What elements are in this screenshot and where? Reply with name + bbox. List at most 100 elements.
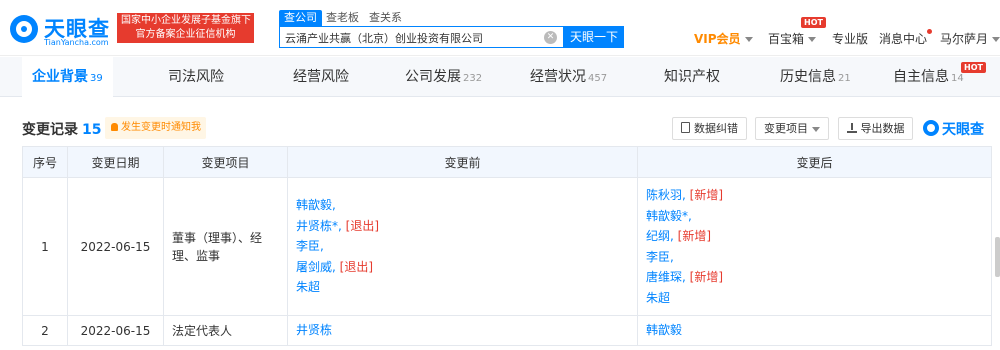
user-name: 马尔萨月 bbox=[940, 32, 989, 46]
cell-no: 2 bbox=[22, 315, 68, 346]
person-link[interactable]: 朱超 bbox=[296, 280, 320, 294]
cell-before: 韩歆毅, 井贤栋*, [退出] 李臣, 屠剑威, [退出] 朱超 bbox=[287, 177, 638, 316]
tab-label: 知识产权 bbox=[664, 69, 720, 85]
chevron-down-icon bbox=[744, 37, 753, 42]
chevron-down-icon bbox=[992, 37, 1000, 42]
tab-label: 经营风险 bbox=[293, 69, 349, 85]
vip-menu[interactable]: VIP会员 bbox=[694, 30, 753, 47]
col-header-item: 变更项目 bbox=[163, 146, 288, 178]
logo-eye-icon bbox=[10, 15, 38, 43]
tab-business-risk[interactable]: 经营风险 bbox=[293, 57, 349, 97]
col-header-no: 序号 bbox=[22, 146, 68, 178]
search-tab-company[interactable]: 查公司 bbox=[279, 10, 322, 26]
table-row: 2 2022-06-15 法定代表人 井贤栋 韩歆毅 bbox=[22, 315, 992, 346]
search-button[interactable]: 天眼一下 bbox=[564, 26, 624, 48]
search-input[interactable]: 云涌产业共赢（北京）创业投资有限公司 ✕ bbox=[279, 26, 564, 48]
col-header-before: 变更前 bbox=[287, 146, 638, 178]
person-entry: 韩歆毅 bbox=[646, 320, 983, 341]
new-tag: [新增] bbox=[677, 229, 712, 243]
cell-date: 2022-06-15 bbox=[67, 315, 164, 346]
tab-self-info[interactable]: 自主信息 14 bbox=[893, 57, 964, 97]
document-icon bbox=[681, 122, 690, 133]
person-link[interactable]: 屠剑威, bbox=[296, 260, 336, 274]
search-tab-relation[interactable]: 查关系 bbox=[369, 10, 402, 26]
tab-count: 232 bbox=[463, 73, 483, 84]
tab-count: 457 bbox=[588, 73, 608, 84]
person-link[interactable]: 韩歆毅, bbox=[296, 198, 336, 212]
tab-company-background[interactable]: 企业背景 39 bbox=[22, 57, 113, 97]
section-title: 变更记录 15 bbox=[22, 119, 101, 139]
cell-item: 董事（理事）、经理、监事 bbox=[163, 177, 288, 316]
gov-badge[interactable]: 国家中小企业发展子基金旗下 官方备案企业征信机构 bbox=[117, 13, 254, 43]
person-entry: 唐维琛, [新增] bbox=[646, 267, 983, 288]
scrollbar-thumb[interactable] bbox=[995, 237, 1000, 277]
search-tab-boss[interactable]: 查老板 bbox=[326, 10, 359, 26]
tab-count: 14 bbox=[951, 73, 964, 84]
tab-label: 企业背景 bbox=[32, 69, 88, 85]
person-link[interactable]: 井贤栋 bbox=[296, 323, 332, 337]
exit-tag: [退出] bbox=[345, 218, 380, 233]
notify-label: 发生变更时通知我 bbox=[121, 122, 201, 133]
category-tabbar: 企业背景 39 司法风险 经营风险 公司发展 232 经营状况 457 知识产权 历史… bbox=[0, 57, 1000, 97]
exit-tag: [退出] bbox=[339, 259, 374, 274]
data-correction-label: 数据纠错 bbox=[694, 122, 738, 135]
person-entry: 韩歆毅, bbox=[296, 195, 629, 216]
person-entry: 朱超 bbox=[296, 277, 629, 298]
tab-legal-risk[interactable]: 司法风险 bbox=[168, 57, 224, 97]
person-link[interactable]: 唐维琛, bbox=[646, 270, 686, 284]
person-entry: 井贤栋*, [退出] bbox=[296, 216, 629, 237]
tianyancha-logo[interactable]: 天眼查 TianYancha.com bbox=[10, 13, 112, 47]
tab-label: 经营状况 bbox=[530, 69, 586, 85]
logo-eye-icon bbox=[923, 120, 939, 136]
section-count: 15 bbox=[82, 122, 102, 138]
person-link[interactable]: 井贤栋*, bbox=[296, 219, 342, 233]
tab-label: 司法风险 bbox=[168, 69, 224, 85]
export-data-button[interactable]: 导出数据 bbox=[838, 117, 913, 140]
person-entry: 井贤栋 bbox=[296, 320, 629, 341]
person-link[interactable]: 韩歆毅*, bbox=[646, 209, 692, 223]
baibaoxiang-menu[interactable]: 百宝箱 bbox=[768, 30, 817, 47]
table-header-row: 序号 变更日期 变更项目 变更前 变更后 bbox=[22, 146, 992, 178]
cell-before: 井贤栋 bbox=[287, 315, 638, 346]
person-link[interactable]: 纪纲, bbox=[646, 229, 674, 243]
person-link[interactable]: 李臣, bbox=[296, 239, 324, 253]
tab-company-development[interactable]: 公司发展 232 bbox=[405, 57, 482, 97]
hot-badge: HOT bbox=[961, 62, 986, 73]
tab-history[interactable]: 历史信息 21 bbox=[780, 57, 851, 97]
data-correction-button[interactable]: 数据纠错 bbox=[672, 117, 747, 140]
col-header-date: 变更日期 bbox=[67, 146, 164, 178]
gov-badge-line2: 官方备案企业征信机构 bbox=[135, 29, 236, 40]
cell-after: 陈秋羽, [新增] 韩歆毅*, 纪纲, [新增] 李臣, 唐维琛, [新增] 朱… bbox=[637, 177, 992, 316]
tab-operation-status[interactable]: 经营状况 457 bbox=[530, 57, 607, 97]
chevron-down-icon bbox=[808, 37, 817, 42]
clear-icon[interactable]: ✕ bbox=[544, 31, 557, 44]
col-header-after: 变更后 bbox=[637, 146, 992, 178]
person-link[interactable]: 朱超 bbox=[646, 291, 670, 305]
watermark-text: 天眼查 bbox=[942, 122, 984, 138]
bell-icon bbox=[111, 123, 118, 131]
new-tag: [新增] bbox=[689, 188, 724, 202]
tab-label: 公司发展 bbox=[405, 69, 461, 85]
pro-version-link[interactable]: 专业版 bbox=[832, 30, 868, 47]
person-link[interactable]: 韩歆毅 bbox=[646, 323, 682, 337]
message-center-link[interactable]: 消息中心 bbox=[879, 30, 927, 47]
change-item-dropdown[interactable]: 变更项目 bbox=[755, 117, 829, 140]
person-link[interactable]: 陈秋羽, bbox=[646, 188, 686, 202]
gov-badge-line1: 国家中小企业发展子基金旗下 bbox=[121, 15, 251, 26]
baibaoxiang-label: 百宝箱 bbox=[768, 32, 805, 46]
person-entry: 李臣, bbox=[646, 247, 983, 268]
export-label: 导出数据 bbox=[860, 122, 905, 135]
chevron-down-icon bbox=[812, 126, 820, 132]
tab-count: 21 bbox=[838, 73, 851, 84]
tab-intellectual-property[interactable]: 知识产权 bbox=[664, 57, 720, 97]
watermark-logo: 天眼查 bbox=[923, 118, 991, 138]
tab-label: 自主信息 bbox=[893, 69, 949, 85]
cell-date: 2022-06-15 bbox=[67, 177, 164, 316]
person-entry: 纪纲, [新增] bbox=[646, 226, 983, 247]
top-header: 天眼查 TianYancha.com 国家中小企业发展子基金旗下 官方备案企业征… bbox=[0, 0, 1000, 56]
notify-on-change-button[interactable]: 发生变更时通知我 bbox=[105, 117, 206, 139]
person-link[interactable]: 李臣, bbox=[646, 250, 674, 264]
download-icon bbox=[846, 123, 857, 133]
section-title-text: 变更记录 bbox=[22, 122, 78, 138]
user-menu[interactable]: 马尔萨月 bbox=[940, 30, 1000, 47]
